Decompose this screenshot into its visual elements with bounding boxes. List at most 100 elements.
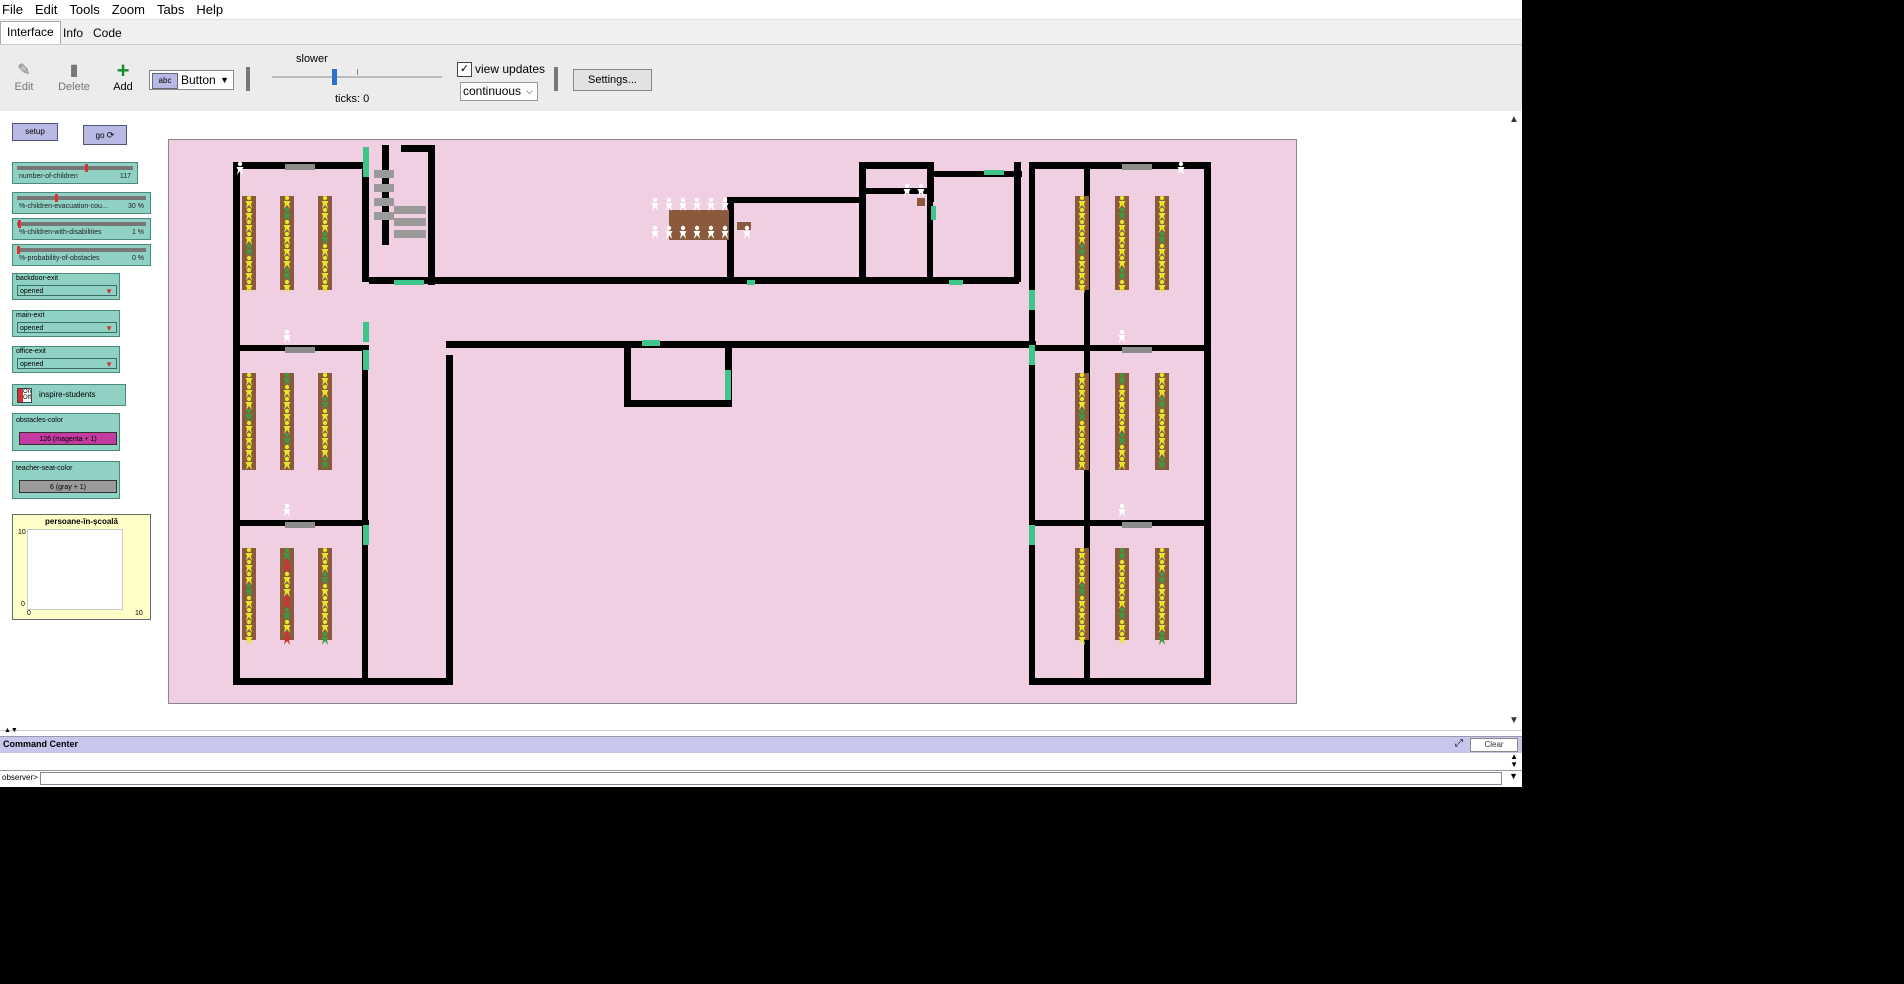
- slider-number-of-children[interactable]: number-of-children 117: [12, 162, 138, 184]
- student-agent: [1119, 408, 1125, 414]
- setup-button[interactable]: setup: [12, 123, 58, 141]
- widget-type-select[interactable]: abc Button ▼: [149, 70, 234, 90]
- student-agent: [246, 583, 252, 589]
- clear-button[interactable]: Clear: [1470, 738, 1518, 752]
- command-input[interactable]: [40, 772, 1502, 785]
- teacher-agent: [284, 503, 290, 509]
- student-agent: [321, 637, 329, 645]
- output-scroll-icon[interactable]: ▲ ▼: [1510, 753, 1518, 769]
- staff-agent: [743, 231, 751, 239]
- student-agent: [1119, 607, 1125, 613]
- slider-thumb[interactable]: [17, 246, 20, 254]
- student-agent: [246, 231, 252, 237]
- chooser-value[interactable]: opened ▼: [17, 322, 117, 333]
- input-teacher-seat-color[interactable]: teacher-seat-color 6 (gray + 1): [12, 461, 120, 499]
- chooser-main-exit[interactable]: main-exit opened ▼: [12, 310, 120, 337]
- student-agent: [1079, 559, 1085, 565]
- speed-label: slower: [296, 53, 328, 65]
- slider-thumb[interactable]: [18, 220, 22, 228]
- student-agent: [246, 207, 252, 213]
- go-button[interactable]: go ⟳: [83, 125, 127, 145]
- edit-button[interactable]: ✎ Edit: [2, 61, 46, 93]
- add-button[interactable]: + Add: [101, 60, 145, 94]
- view-updates-checkbox[interactable]: ✓: [457, 62, 472, 77]
- student-agent: [1079, 372, 1085, 378]
- chevron-down-icon: ⌵: [526, 86, 533, 96]
- chooser-value[interactable]: opened ▼: [17, 285, 117, 296]
- tab-interface[interactable]: Interface: [0, 21, 61, 44]
- split-arrows-icon[interactable]: ▲▼: [4, 727, 18, 734]
- delete-button[interactable]: ▮ Delete: [52, 61, 96, 93]
- delete-label: Delete: [58, 81, 90, 93]
- student-agent: [1159, 279, 1165, 285]
- update-mode-select[interactable]: continuous ⌵: [460, 82, 538, 101]
- student-agent: [246, 631, 252, 637]
- student-agent: [1119, 195, 1125, 201]
- switch-toggle[interactable]: On Off: [17, 388, 32, 403]
- slider-thumb[interactable]: [54, 194, 58, 202]
- expand-icon[interactable]: ⤢: [1455, 738, 1463, 749]
- slider-thumb[interactable]: [84, 164, 88, 172]
- chooser-office-exit[interactable]: office-exit opened ▼: [12, 346, 120, 373]
- tab-code[interactable]: Code: [87, 23, 128, 43]
- slider-children-with-disabilities[interactable]: %-children-with-disabilities 1 %: [12, 218, 151, 240]
- student-agent: [246, 619, 252, 625]
- switch-inspire-students[interactable]: On Off inspire-students: [12, 384, 126, 406]
- student-agent: [1119, 279, 1125, 285]
- student-agent: [1119, 583, 1125, 589]
- menu-help[interactable]: Help: [190, 0, 229, 19]
- student-agent: [1119, 384, 1125, 390]
- menu-zoom[interactable]: Zoom: [106, 0, 151, 19]
- staff-agent: [652, 197, 658, 203]
- history-dropdown-icon[interactable]: ▼: [1509, 771, 1518, 781]
- slider-track: [17, 222, 146, 226]
- tab-info[interactable]: Info: [57, 23, 89, 43]
- staff-agent: [708, 197, 714, 203]
- wall: [927, 188, 933, 282]
- student-agent: [322, 267, 328, 273]
- menu-edit[interactable]: Edit: [29, 0, 63, 19]
- settings-button[interactable]: Settings...: [573, 69, 652, 91]
- student-agent: [284, 432, 290, 438]
- menu-tools[interactable]: Tools: [63, 0, 105, 19]
- teacher-agent: [1119, 503, 1125, 509]
- wall: [624, 341, 631, 406]
- input-obstacles-color[interactable]: obstacles-color 126 (magenta + 1): [12, 413, 120, 451]
- chooser-backdoor-exit[interactable]: backdoor-exit opened ▼: [12, 273, 120, 300]
- student-agent: [1119, 432, 1125, 438]
- student-agent: [284, 607, 290, 613]
- color-swatch[interactable]: 6 (gray + 1): [19, 480, 117, 493]
- student-agent: [1079, 396, 1085, 402]
- scroll-up-icon[interactable]: ▲: [1509, 114, 1519, 125]
- menu-tabs[interactable]: Tabs: [151, 0, 190, 19]
- world-view[interactable]: [168, 139, 1297, 704]
- teacher-seat: [285, 347, 315, 353]
- staff-agent: [693, 203, 701, 211]
- chevron-down-icon: ▼: [105, 324, 113, 333]
- exit-patch: [363, 322, 369, 342]
- slider-value: 117: [119, 173, 131, 180]
- menu-file[interactable]: File: [0, 0, 29, 19]
- speed-slider-thumb[interactable]: [332, 69, 337, 85]
- teacher-seat: [285, 522, 315, 528]
- toolbar-separator: [246, 67, 250, 91]
- plot-x-max: 10: [135, 610, 143, 617]
- color-swatch[interactable]: 126 (magenta + 1): [19, 432, 117, 445]
- student-agent: [322, 571, 328, 577]
- student-agent: [1159, 267, 1165, 273]
- vertical-scrollbar[interactable]: ▲ ▼: [1506, 111, 1522, 730]
- speed-slider[interactable]: [272, 76, 442, 78]
- slider-probability-of-obstacles[interactable]: %-probability-of-obstacles 0 %: [12, 244, 151, 266]
- student-agent: [1119, 420, 1125, 426]
- toolbar-separator: [554, 67, 558, 91]
- student-agent: [322, 219, 328, 225]
- student-agent: [246, 607, 252, 613]
- slider-track: [17, 248, 146, 252]
- exit-patch: [363, 147, 369, 177]
- staff-agent: [651, 203, 659, 211]
- scroll-down-icon[interactable]: ▼: [1509, 715, 1519, 726]
- student-agent: [1079, 456, 1085, 462]
- slider-children-evacuation[interactable]: %-children-evacuation-cou... 30 %: [12, 192, 151, 214]
- chooser-value[interactable]: opened ▼: [17, 358, 117, 369]
- student-agent: [1159, 195, 1165, 201]
